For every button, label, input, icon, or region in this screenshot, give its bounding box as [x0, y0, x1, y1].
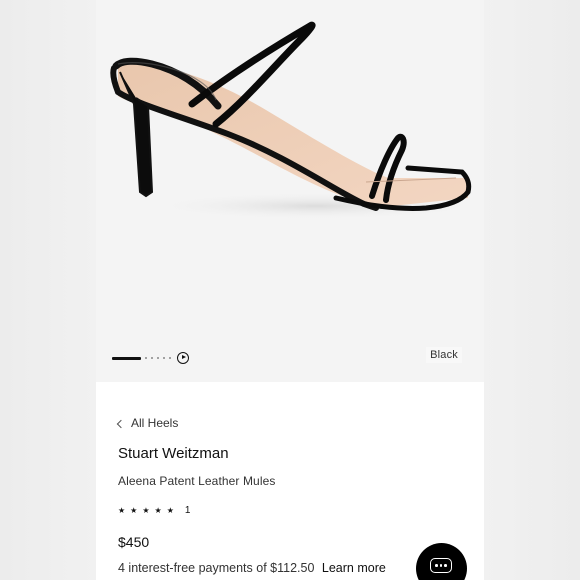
star-icon: ★	[154, 505, 162, 515]
product-image-gallery[interactable]: Black	[96, 0, 484, 382]
image-carousel-indicator[interactable]	[112, 351, 189, 365]
background-left	[0, 0, 96, 580]
star-rating[interactable]: ★ ★ ★ ★ ★ 1	[118, 505, 190, 516]
star-icon: ★	[142, 505, 150, 515]
breadcrumb-back-link[interactable]: All Heels	[116, 416, 179, 430]
chat-bubble-icon	[430, 558, 452, 573]
play-icon[interactable]	[177, 352, 189, 364]
brand-name[interactable]: Stuart Weitzman	[118, 445, 229, 462]
color-label: Black	[426, 347, 462, 363]
product-title: Aleena Patent Leather Mules	[118, 474, 276, 488]
product-image	[110, 21, 484, 220]
carousel-dot[interactable]	[157, 357, 159, 359]
installment-info: 4 interest-free payments of $112.50 Lear…	[118, 561, 386, 575]
review-count[interactable]: 1	[185, 505, 191, 516]
product-price: $450	[118, 534, 150, 550]
star-icon: ★	[130, 505, 138, 515]
product-page: Black All Heels Stuart Weitzman Aleena P…	[0, 0, 580, 580]
star-icon: ★	[166, 505, 174, 515]
carousel-dot[interactable]	[169, 357, 171, 359]
star-icon: ★	[118, 505, 126, 515]
chevron-left-icon	[116, 419, 126, 428]
installment-text: 4 interest-free payments of $112.50	[118, 561, 315, 575]
breadcrumb-label: All Heels	[131, 416, 179, 430]
carousel-dot[interactable]	[145, 357, 147, 359]
carousel-dot[interactable]	[151, 357, 153, 359]
background-right	[484, 0, 580, 580]
learn-more-link[interactable]: Learn more	[322, 561, 386, 575]
carousel-active-indicator[interactable]	[112, 356, 141, 360]
carousel-dot[interactable]	[163, 357, 165, 359]
